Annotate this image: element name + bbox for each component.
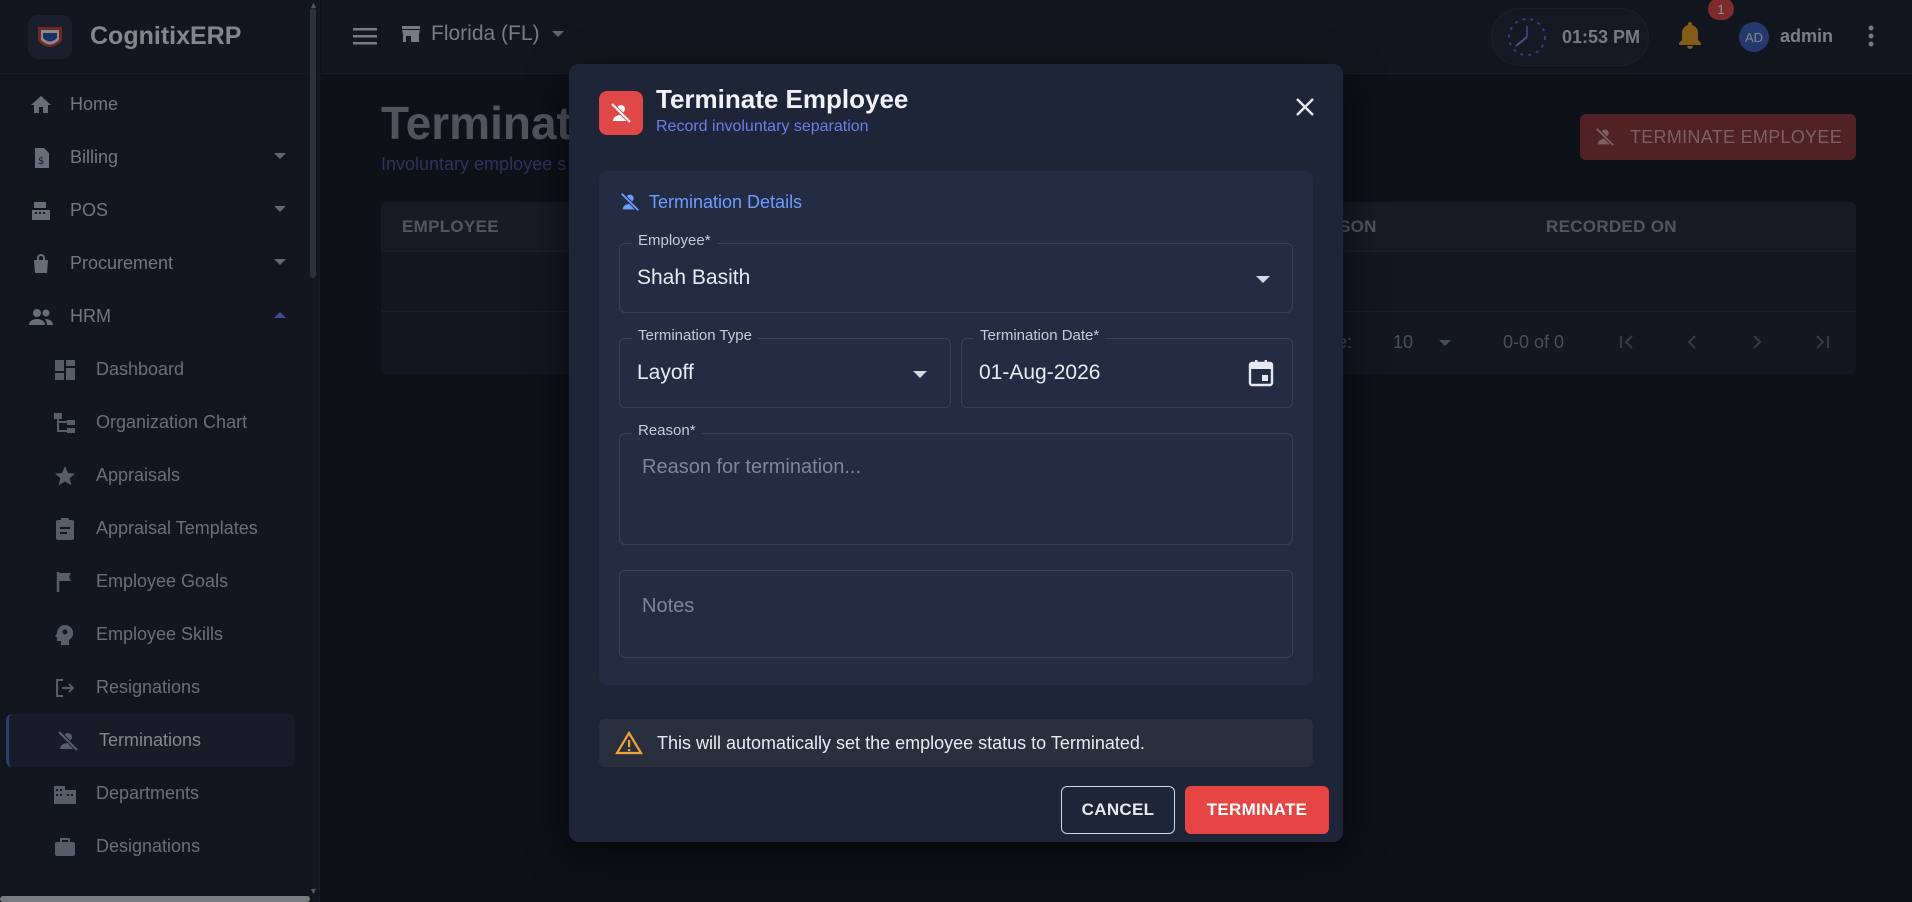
reason-textarea[interactable]: Reason* Reason for termination...: [619, 422, 1293, 545]
termination-date-label: Termination Date*: [974, 327, 1106, 344]
employee-label: Employee*: [632, 232, 717, 249]
person-off-icon: [599, 91, 643, 135]
notes-textarea[interactable]: Notes: [619, 570, 1293, 658]
warning-text: This will automatically set the employee…: [657, 732, 1145, 753]
section-title-label: Termination Details: [649, 191, 803, 212]
person-off-icon: [619, 191, 641, 213]
warning-icon: [615, 731, 643, 755]
cancel-button[interactable]: CANCEL: [1061, 786, 1175, 834]
notes-placeholder: Notes: [642, 595, 695, 617]
termination-type-value: Layoff: [637, 361, 694, 384]
termination-type-select[interactable]: Termination Type Layoff: [619, 327, 951, 408]
termination-date-value: 01-Aug-2026: [979, 361, 1101, 384]
reason-placeholder: Reason for termination...: [642, 456, 861, 478]
terminate-employee-dialog: Terminate Employee Record involuntary se…: [569, 64, 1343, 842]
terminate-button[interactable]: TERMINATE: [1185, 786, 1329, 834]
employee-select[interactable]: Employee* Shah Basith: [619, 232, 1293, 313]
termination-date-field[interactable]: Termination Date* 01-Aug-2026: [961, 327, 1293, 408]
dialog-title: Terminate Employee: [656, 84, 909, 114]
calendar-icon[interactable]: [1248, 359, 1274, 392]
chevron-down-icon: [913, 371, 927, 378]
employee-value: Shah Basith: [637, 266, 751, 289]
close-icon[interactable]: [1289, 91, 1321, 123]
dialog-subtitle: Record involuntary separation: [656, 118, 869, 135]
termination-type-label: Termination Type: [632, 327, 758, 344]
warning-alert: This will automatically set the employee…: [599, 719, 1313, 767]
reason-label: Reason*: [632, 422, 702, 439]
section-title: Termination Details: [619, 191, 802, 213]
chevron-down-icon: [1256, 276, 1270, 283]
termination-details-section: Termination Details Employee* Shah Basit…: [599, 171, 1313, 685]
